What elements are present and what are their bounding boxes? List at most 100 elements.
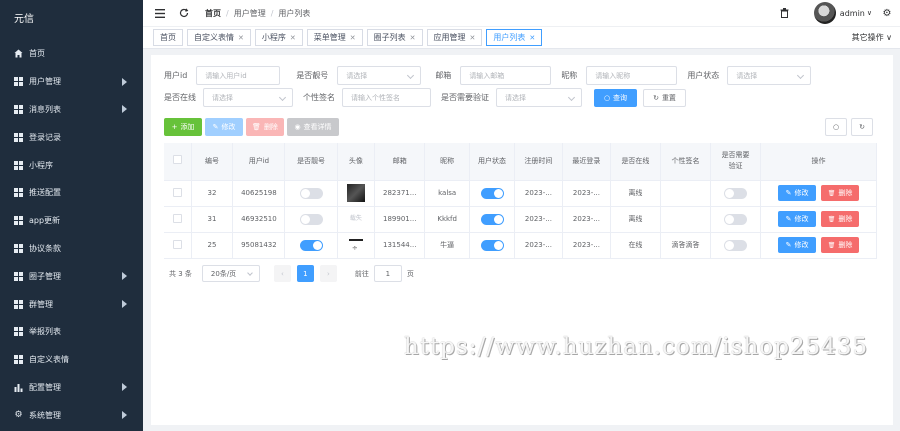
user-status-switch[interactable] xyxy=(480,213,504,225)
close-icon[interactable]: ✕ xyxy=(350,34,356,42)
reset-button[interactable]: ↻ 重置 xyxy=(643,88,686,107)
caret-right-icon xyxy=(122,383,127,392)
sidebar-item[interactable]: 圈子管理 xyxy=(0,262,143,290)
user-id-placeholder: 请输入用户id xyxy=(205,71,247,80)
avatar-thumbnail[interactable] xyxy=(346,184,365,202)
is-pretty-select[interactable]: 请选择 xyxy=(337,66,422,85)
query-button[interactable]: ○ 查询 xyxy=(594,88,637,107)
verify-switch[interactable] xyxy=(724,239,748,251)
close-icon[interactable]: ✕ xyxy=(470,34,476,42)
signature-input[interactable]: 请输入个性签名 xyxy=(342,88,431,107)
user-name[interactable]: admin xyxy=(840,9,865,18)
row-edit-button[interactable]: ✎ 修改 xyxy=(778,237,817,253)
row-delete-button[interactable]: 🗑 删除 xyxy=(821,237,860,253)
select-all-checkbox[interactable] xyxy=(172,154,182,164)
pretty-number-switch[interactable] xyxy=(299,239,323,251)
close-icon[interactable]: ✕ xyxy=(290,34,296,42)
table-cell xyxy=(337,180,376,207)
page-size-select[interactable]: 20条/页 xyxy=(201,265,260,282)
column-header: 操作 xyxy=(760,143,877,181)
sidebar-item[interactable]: 登录记录 xyxy=(0,123,143,151)
online-select[interactable]: 请选择 xyxy=(203,88,293,107)
sidebar-item[interactable]: 小程序 xyxy=(0,151,143,179)
row-delete-button[interactable]: 🗑 删除 xyxy=(821,185,860,201)
column-header-label: 操作 xyxy=(811,156,826,165)
table-cell: 282371... xyxy=(374,180,426,207)
sidebar-item[interactable]: 协议条款 xyxy=(0,235,143,263)
edit-button[interactable]: ✎ 修改 xyxy=(205,118,243,136)
row-edit-button[interactable]: ✎ 修改 xyxy=(778,185,817,201)
cell-actions: ✎ 修改 🗑 删除 xyxy=(760,206,877,233)
sidebar-item[interactable]: app更新 xyxy=(0,207,143,235)
sidebar-item[interactable]: 用户管理 xyxy=(0,68,143,96)
gear-icon[interactable]: ⚙ xyxy=(880,6,894,20)
breadcrumb-item-home[interactable]: 首页 xyxy=(205,8,221,19)
row-checkbox[interactable] xyxy=(172,187,182,197)
close-icon[interactable]: ✕ xyxy=(529,34,535,42)
pager-total: 共 3 条 xyxy=(169,269,192,278)
tag-view-item[interactable]: 小程序 ✕ xyxy=(254,29,303,46)
user-avatar[interactable] xyxy=(813,2,836,24)
tag-view-item[interactable]: 首页 xyxy=(153,29,183,46)
email-input[interactable]: 请输入邮箱 xyxy=(460,66,552,85)
verify-select[interactable]: 请选择 xyxy=(496,88,582,107)
cell-no: 25 xyxy=(207,241,217,249)
nickname-placeholder: 请输入昵称 xyxy=(595,71,631,80)
avatar-thumbnail[interactable] xyxy=(346,236,365,254)
user-status-switch[interactable] xyxy=(480,239,504,251)
goto-page-input[interactable]: 1 xyxy=(373,265,402,282)
close-icon[interactable]: ✕ xyxy=(410,34,416,42)
next-page-button[interactable]: › xyxy=(319,265,337,282)
sidebar-item[interactable]: 首页 xyxy=(0,40,143,68)
prev-page-button[interactable]: ‹ xyxy=(273,265,291,282)
sidebar-item[interactable]: 群管理 xyxy=(0,290,143,318)
trash-icon[interactable] xyxy=(778,6,792,20)
tag-view-item[interactable]: 圈子列表 ✕ xyxy=(366,29,423,46)
tag-view-item[interactable]: 应用管理 ✕ xyxy=(426,29,483,46)
tag-view-item[interactable]: 菜单管理 ✕ xyxy=(306,29,363,46)
app-root: 元信 首页 用户管理 消息列表 登录记录 小程序 推送配置 app更新 协议条款 圈子管理 群管理… xyxy=(0,0,900,431)
sidebar-item-label: 系统管理 xyxy=(29,410,61,420)
pretty-number-switch[interactable] xyxy=(299,213,323,225)
refresh-button[interactable]: ↻ xyxy=(851,118,873,136)
user-status-switch[interactable] xyxy=(480,187,504,199)
nickname-input[interactable]: 请输入昵称 xyxy=(586,66,678,85)
add-button[interactable]: + 添加 xyxy=(164,118,202,136)
avatar-thumbnail[interactable]: 载失 xyxy=(347,210,365,228)
verify-switch[interactable] xyxy=(724,187,748,199)
close-icon[interactable]: ✕ xyxy=(238,34,244,42)
cell-email: 282371... xyxy=(383,189,417,197)
chevron-down-icon[interactable]: ∨ xyxy=(867,9,872,17)
plus-icon: + xyxy=(171,123,178,131)
user-id-input[interactable]: 请输入用户id xyxy=(196,66,281,85)
breadcrumb: 首页 / 用户管理 / 用户列表 xyxy=(205,8,310,19)
row-edit-button[interactable]: ✎ 修改 xyxy=(778,211,817,227)
table-cell xyxy=(284,232,338,259)
sidebar-item[interactable]: 举报列表 xyxy=(0,318,143,346)
other-ops-dropdown[interactable]: 其它操作 ∨ xyxy=(852,32,892,43)
sidebar-item[interactable]: 自定义表情 xyxy=(0,346,143,374)
sidebar-item[interactable]: ⚙ 系统管理 xyxy=(0,401,143,429)
row-delete-button[interactable]: 🗑 删除 xyxy=(821,211,860,227)
row-checkbox[interactable] xyxy=(172,239,182,249)
tag-view-item[interactable]: 用户列表 ✕ xyxy=(486,29,543,46)
view-details-button[interactable]: ◉ 查看详情 xyxy=(287,118,339,136)
user-status-select[interactable]: 请选择 xyxy=(727,66,812,85)
sidebar-item[interactable]: 消息列表 xyxy=(0,96,143,124)
page-number-current[interactable]: 1 xyxy=(296,265,314,282)
verify-switch[interactable] xyxy=(724,213,748,225)
row-checkbox[interactable] xyxy=(172,213,182,223)
table-cell: 2023-... xyxy=(514,206,563,233)
table-cell: Kkkfd xyxy=(424,206,471,233)
hamburger-icon[interactable] xyxy=(153,6,167,20)
sidebar-item[interactable]: 配置管理 xyxy=(0,374,143,402)
edit-icon: ✎ xyxy=(785,189,792,197)
refresh-icon[interactable] xyxy=(177,6,191,20)
table-cell xyxy=(469,206,515,233)
sidebar-item[interactable]: 推送配置 xyxy=(0,179,143,207)
pretty-number-switch[interactable] xyxy=(299,187,323,199)
search-toggle-button[interactable]: ○ xyxy=(825,118,847,136)
chevron-down-icon: ∨ xyxy=(886,33,892,42)
tag-view-item[interactable]: 自定义表情 ✕ xyxy=(187,29,251,46)
delete-button[interactable]: 🗑 删除 xyxy=(246,118,284,136)
